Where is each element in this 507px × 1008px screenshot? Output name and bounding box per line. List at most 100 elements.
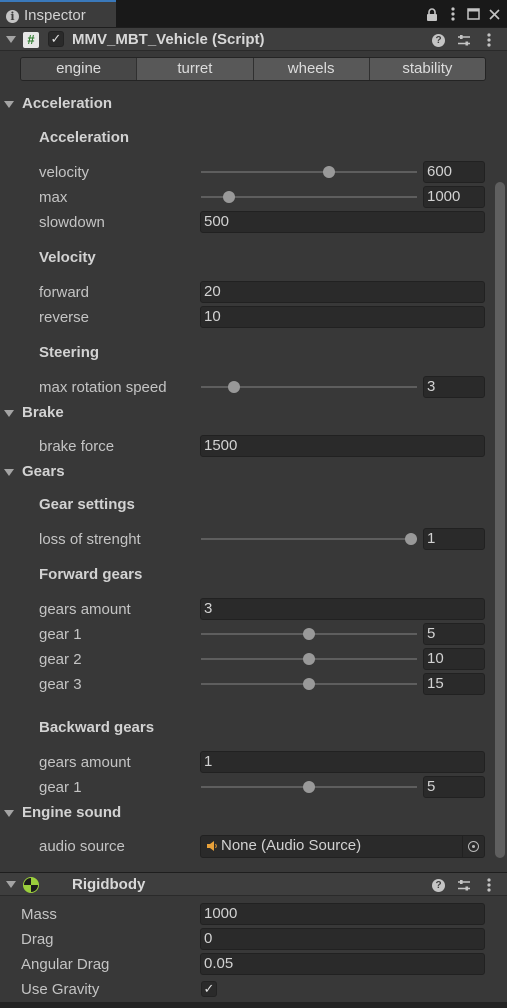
angular-drag-label: Angular Drag: [21, 956, 110, 973]
foldout-arrow-icon[interactable]: [4, 410, 14, 417]
help-icon[interactable]: ?: [426, 875, 451, 895]
component-tools: ?: [426, 30, 501, 50]
header-velocity: Velocity: [39, 249, 96, 266]
toolbar-tab-wheels[interactable]: wheels: [252, 58, 369, 80]
toolbar-tab-turret[interactable]: turret: [136, 58, 253, 80]
foldout-engine-sound-label: Engine sound: [22, 804, 122, 821]
maximize-icon[interactable]: [463, 4, 484, 24]
forward-gear-2-value-field[interactable]: 10: [423, 648, 485, 670]
angular-drag-field[interactable]: 0.05: [200, 953, 485, 975]
vertical-scrollbar[interactable]: [493, 182, 507, 858]
header-steering: Steering: [39, 344, 100, 361]
brake-force-field[interactable]: 1500: [200, 435, 485, 457]
max-slider-thumb[interactable]: [223, 191, 236, 203]
loss-of-strength-label: loss of strenght: [39, 531, 141, 548]
foldout-gears[interactable]: Gears: [4, 463, 65, 480]
object-picker-icon: [468, 841, 479, 852]
component-menu-icon[interactable]: [476, 875, 501, 895]
forward-gear-1-value-field[interactable]: 5: [423, 623, 485, 645]
menu-icon[interactable]: [442, 4, 463, 24]
inspector-tab-label: Inspector: [24, 7, 86, 24]
forward-gear-1-label: gear 1: [39, 626, 82, 643]
foldout-brake[interactable]: Brake: [4, 404, 64, 421]
header-forward-gears: Forward gears: [39, 566, 143, 583]
forward-gear-2-slider-thumb[interactable]: [303, 653, 315, 665]
forward-field[interactable]: 20: [200, 281, 485, 303]
forward-gear-2-label: gear 2: [39, 651, 82, 668]
forward-gear-3-value-field[interactable]: 15: [423, 673, 485, 695]
foldout-acceleration[interactable]: Acceleration: [4, 95, 113, 112]
forward-gear-3-label: gear 3: [39, 676, 82, 693]
foldout-engine-sound[interactable]: Engine sound: [4, 804, 122, 821]
toolbar-tab-engine[interactable]: engine: [21, 58, 137, 80]
scrollbar-thumb[interactable]: [495, 182, 505, 858]
rigidbody-title: Rigidbody: [72, 876, 146, 893]
loss-value-field[interactable]: 1: [423, 528, 485, 550]
loss-slider-thumb[interactable]: [405, 533, 417, 545]
mass-label: Mass: [21, 906, 57, 923]
panel-bottom-edge: [0, 1002, 507, 1008]
forward-gear-1-slider-thumb[interactable]: [303, 628, 315, 640]
backward-gear-1-slider-thumb[interactable]: [303, 781, 315, 793]
help-icon[interactable]: ?: [426, 30, 451, 50]
foldout-arrow-icon[interactable]: [6, 36, 16, 43]
script-component-header[interactable]: # ✓ MMV_MBT_Vehicle (Script) ?: [0, 27, 507, 51]
drag-field[interactable]: 0: [200, 928, 485, 950]
object-picker-button[interactable]: [462, 836, 484, 857]
lock-icon[interactable]: [421, 4, 442, 24]
max-rotation-slider-thumb[interactable]: [227, 381, 240, 393]
inspector-tab[interactable]: i Inspector: [0, 0, 116, 28]
backward-gears-amount-label: gears amount: [39, 754, 131, 771]
max-label: max: [39, 189, 68, 206]
foldout-arrow-icon[interactable]: [4, 469, 14, 476]
backward-gear-1-value-field[interactable]: 5: [423, 776, 485, 798]
foldout-arrow-icon[interactable]: [4, 101, 14, 108]
use-gravity-checkbox[interactable]: ✓: [201, 981, 217, 997]
mass-field[interactable]: 1000: [200, 903, 485, 925]
velocity-value-field[interactable]: 600: [423, 161, 485, 183]
category-toolbar: engine turret wheels stability: [20, 57, 486, 81]
use-gravity-label: Use Gravity: [21, 981, 100, 998]
rigidbody-tools: ?: [426, 875, 501, 895]
foldout-gears-label: Gears: [22, 463, 65, 480]
drag-label: Drag: [21, 931, 54, 948]
reverse-field[interactable]: 10: [200, 306, 485, 328]
forward-gears-amount-field[interactable]: 3: [200, 598, 485, 620]
script-enabled-checkbox[interactable]: ✓: [48, 31, 64, 47]
presets-icon[interactable]: [451, 875, 476, 895]
component-menu-icon[interactable]: [476, 30, 501, 50]
header-gear-settings: Gear settings: [39, 496, 135, 513]
brake-force-label: brake force: [39, 438, 115, 455]
loss-slider-track[interactable]: [201, 538, 417, 540]
script-component-title: MMV_MBT_Vehicle (Script): [72, 31, 265, 48]
header-backward-gears: Backward gears: [39, 719, 155, 736]
info-icon: i: [6, 10, 19, 23]
presets-icon[interactable]: [451, 30, 476, 50]
window-tools: [421, 4, 505, 24]
max-rotation-speed-label: max rotation speed: [39, 379, 167, 396]
header-acceleration: Acceleration: [39, 129, 130, 146]
foldout-arrow-icon[interactable]: [6, 881, 16, 888]
audio-source-icon: [207, 841, 217, 851]
forward-gear-3-slider-thumb[interactable]: [303, 678, 315, 690]
window-tab-bar: i Inspector: [0, 0, 507, 28]
script-icon: #: [23, 32, 39, 48]
forward-gears-amount-label: gears amount: [39, 601, 131, 618]
rigidbody-component-header[interactable]: Rigidbody ?: [0, 872, 507, 896]
slowdown-label: slowdown: [39, 214, 105, 231]
audio-source-label: audio source: [39, 838, 125, 855]
foldout-acceleration-label: Acceleration: [22, 95, 113, 112]
max-rotation-value-field[interactable]: 3: [423, 376, 485, 398]
audio-source-field[interactable]: None (Audio Source): [200, 835, 485, 858]
rigidbody-icon: [23, 877, 39, 893]
backward-gears-amount-field[interactable]: 1: [200, 751, 485, 773]
close-icon[interactable]: [484, 4, 505, 24]
forward-label: forward: [39, 284, 90, 301]
reverse-label: reverse: [39, 309, 90, 326]
max-value-field[interactable]: 1000: [423, 186, 485, 208]
toolbar-tab-stability[interactable]: stability: [368, 58, 485, 80]
velocity-slider-thumb[interactable]: [323, 166, 336, 178]
slowdown-field[interactable]: 500: [200, 211, 485, 233]
foldout-arrow-icon[interactable]: [4, 810, 14, 817]
velocity-slider-track[interactable]: [201, 171, 417, 173]
